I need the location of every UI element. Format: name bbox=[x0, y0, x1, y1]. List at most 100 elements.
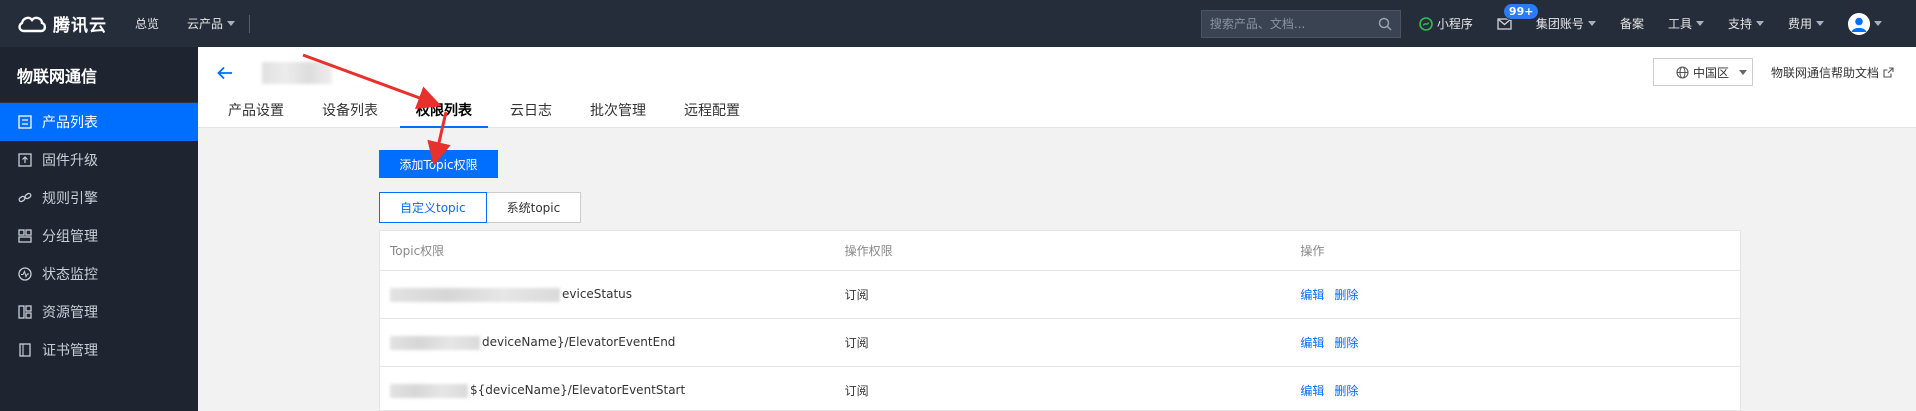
beian-label: 备案 bbox=[1619, 17, 1644, 31]
upload-icon bbox=[18, 153, 32, 167]
topic-cell: eviceStatus bbox=[380, 287, 835, 302]
chevron-down-icon bbox=[1739, 69, 1748, 75]
sidebar-item-rule-engine[interactable]: 规则引擎 bbox=[0, 179, 198, 217]
sidebar-item-product-list[interactable]: 产品列表 bbox=[0, 103, 198, 141]
sidebar-item-label: 分组管理 bbox=[42, 229, 98, 245]
billing-label: 费用 bbox=[1787, 17, 1812, 31]
brand-name: 腾讯云 bbox=[53, 16, 107, 36]
permission-table: Topic权限 操作权限 操作 eviceStatus 订阅 编辑 删除 dev… bbox=[379, 230, 1741, 411]
edit-link[interactable]: 编辑 bbox=[1300, 382, 1324, 399]
billing-menu[interactable]: 费用 bbox=[1788, 15, 1824, 32]
nav-divider bbox=[249, 14, 251, 33]
chevron-down-icon bbox=[1587, 21, 1596, 26]
tab-batch-management[interactable]: 批次管理 bbox=[574, 100, 662, 128]
support-label: 支持 bbox=[1727, 17, 1752, 31]
user-menu[interactable] bbox=[1848, 12, 1882, 35]
segment-custom-topic[interactable]: 自定义topic bbox=[379, 192, 487, 223]
search-input[interactable] bbox=[1209, 16, 1378, 31]
miniprogram-link[interactable]: 小程序 bbox=[1419, 15, 1473, 32]
table-row: ${deviceName}/ElevatorEventStart 订阅 编辑 删… bbox=[380, 367, 1740, 411]
column-header-topic: Topic权限 bbox=[390, 244, 445, 258]
search-box bbox=[1200, 9, 1401, 38]
external-link-icon bbox=[1883, 67, 1894, 78]
monitor-icon bbox=[18, 267, 32, 281]
account-label: 集团账号 bbox=[1535, 17, 1584, 31]
delete-link[interactable]: 删除 bbox=[1334, 334, 1358, 351]
beian-link[interactable]: 备案 bbox=[1620, 15, 1644, 32]
column-header-actions: 操作 bbox=[1300, 244, 1325, 258]
sidebar-item-label: 资源管理 bbox=[42, 305, 98, 321]
user-icon bbox=[1848, 12, 1870, 35]
message-button[interactable]: 99+ bbox=[1497, 2, 1540, 30]
help-doc-label: 物联网通信帮助文档 bbox=[1771, 66, 1880, 80]
add-topic-permission-button[interactable]: 添加Topic权限 bbox=[379, 150, 498, 178]
link-icon bbox=[18, 192, 32, 203]
table-row: eviceStatus 订阅 编辑 删除 bbox=[380, 271, 1740, 319]
chevron-down-icon bbox=[227, 21, 236, 26]
tencent-cloud-logo[interactable]: 腾讯云 bbox=[17, 0, 107, 47]
delete-link[interactable]: 删除 bbox=[1334, 286, 1358, 303]
sidebar-item-label: 状态监控 bbox=[42, 267, 98, 283]
segment-system-topic[interactable]: 系统topic bbox=[486, 192, 582, 223]
certificate-icon bbox=[19, 343, 31, 357]
account-menu[interactable]: 集团账号 bbox=[1536, 15, 1596, 32]
group-icon bbox=[18, 229, 32, 243]
nav-overview[interactable]: 总览 bbox=[135, 15, 159, 32]
help-doc-link[interactable]: 物联网通信帮助文档 bbox=[1771, 64, 1894, 81]
chevron-down-icon bbox=[1874, 21, 1882, 26]
tab-device-list[interactable]: 设备列表 bbox=[306, 100, 394, 128]
delete-link[interactable]: 删除 bbox=[1334, 382, 1358, 399]
tab-remote-config[interactable]: 远程配置 bbox=[668, 100, 756, 128]
tools-label: 工具 bbox=[1667, 17, 1692, 31]
resource-icon bbox=[18, 305, 32, 319]
permission-cell: 订阅 bbox=[844, 384, 869, 398]
redacted-text bbox=[390, 287, 560, 302]
edit-link[interactable]: 编辑 bbox=[1300, 286, 1324, 303]
cloud-logo-icon bbox=[18, 16, 47, 32]
sidebar-item-group-management[interactable]: 分组管理 bbox=[0, 217, 198, 255]
topic-type-switch: 自定义topic 系统topic bbox=[379, 192, 582, 223]
actions-cell: 编辑 删除 bbox=[1290, 382, 1740, 399]
sidebar-title: 物联网通信 bbox=[0, 47, 198, 103]
permission-cell: 订阅 bbox=[844, 336, 869, 350]
sidebar-item-status-monitoring[interactable]: 状态监控 bbox=[0, 255, 198, 293]
sidebar-item-label: 固件升级 bbox=[42, 153, 98, 169]
support-menu[interactable]: 支持 bbox=[1728, 15, 1764, 32]
actions-cell: 编辑 删除 bbox=[1290, 286, 1740, 303]
actions-cell: 编辑 删除 bbox=[1290, 334, 1740, 351]
topic-cell: ${deviceName}/ElevatorEventStart bbox=[380, 383, 835, 398]
sidebar-item-resource-management[interactable]: 资源管理 bbox=[0, 293, 198, 331]
sidebar-item-firmware-upgrade[interactable]: 固件升级 bbox=[0, 141, 198, 179]
sidebar-item-label: 规则引擎 bbox=[42, 191, 98, 207]
tab-permission-list[interactable]: 权限列表 bbox=[400, 100, 488, 128]
tab-bar: 产品设置 设备列表 权限列表 云日志 批次管理 远程配置 bbox=[212, 100, 762, 128]
column-header-permission: 操作权限 bbox=[844, 244, 893, 258]
topic-text: deviceName}/ElevatorEventEnd bbox=[482, 335, 676, 350]
chevron-down-icon bbox=[1695, 21, 1704, 26]
sidebar: 物联网通信 产品列表 固件升级 规则引擎 分组管理 状态监控 资源管理 证书管理 bbox=[0, 47, 198, 411]
topic-cell: deviceName}/ElevatorEventEnd bbox=[380, 335, 835, 350]
nav-cloud-products[interactable]: 云产品 bbox=[187, 15, 236, 32]
table-row: deviceName}/ElevatorEventEnd 订阅 编辑 删除 bbox=[380, 319, 1740, 367]
region-select[interactable]: 中国区 bbox=[1653, 58, 1753, 86]
permission-cell: 订阅 bbox=[844, 288, 869, 302]
sidebar-item-label: 证书管理 bbox=[42, 343, 98, 359]
topic-text: ${deviceName}/ElevatorEventStart bbox=[470, 383, 686, 398]
nav-cloud-products-label: 云产品 bbox=[187, 17, 224, 31]
tools-menu[interactable]: 工具 bbox=[1668, 15, 1704, 32]
top-navigation-bar: 腾讯云 总览 云产品 小程序 99+ bbox=[0, 0, 1916, 47]
topic-text: eviceStatus bbox=[562, 287, 633, 302]
list-icon bbox=[18, 115, 32, 129]
sidebar-item-certificate-management[interactable]: 证书管理 bbox=[0, 331, 198, 369]
chevron-down-icon bbox=[1816, 21, 1824, 26]
back-arrow-icon[interactable] bbox=[216, 65, 234, 81]
tab-product-settings[interactable]: 产品设置 bbox=[212, 100, 300, 128]
edit-link[interactable]: 编辑 bbox=[1300, 334, 1324, 351]
tab-cloud-log[interactable]: 云日志 bbox=[494, 100, 568, 128]
table-header: Topic权限 操作权限 操作 bbox=[380, 231, 1740, 271]
sidebar-item-label: 产品列表 bbox=[42, 115, 98, 131]
avatar bbox=[1848, 12, 1870, 35]
search-icon[interactable] bbox=[1378, 17, 1392, 31]
message-count-badge: 99+ bbox=[1502, 2, 1540, 20]
miniprogram-icon bbox=[1419, 16, 1433, 31]
